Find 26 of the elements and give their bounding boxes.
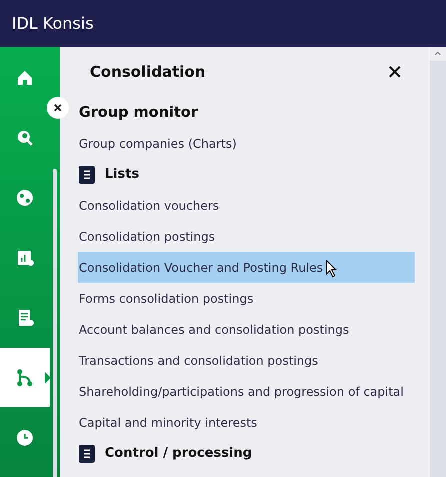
menu-item[interactable]: Account balances and consolidation postings bbox=[78, 314, 415, 345]
app-title: IDL Konsis bbox=[0, 0, 446, 47]
close-icon bbox=[53, 103, 63, 113]
collapse-button[interactable] bbox=[47, 97, 69, 119]
menu-item[interactable]: Consolidation vouchers bbox=[78, 190, 415, 221]
cursor-icon bbox=[326, 260, 338, 278]
menu-item[interactable]: Group companies (Charts) bbox=[78, 128, 415, 159]
scrollbar[interactable] bbox=[53, 169, 57, 477]
menu-item[interactable]: Forms consolidation postings bbox=[78, 283, 415, 314]
list-icon bbox=[79, 444, 95, 462]
close-icon bbox=[389, 66, 401, 78]
section-heading: Lists bbox=[105, 167, 140, 182]
close-button[interactable] bbox=[387, 64, 403, 80]
menu-item[interactable]: Consolidation Voucher and Posting Rules bbox=[78, 252, 415, 283]
scrollbar[interactable] bbox=[429, 47, 446, 477]
menu-item[interactable]: Shareholding/participations and progression of capital bbox=[78, 376, 415, 407]
panel-title: Consolidation bbox=[90, 63, 206, 81]
nav-rail-item[interactable] bbox=[0, 348, 50, 407]
section-heading: Control / processing bbox=[105, 446, 252, 461]
list-icon bbox=[79, 166, 95, 184]
scroll-up-icon[interactable] bbox=[430, 47, 446, 61]
menu-item[interactable]: Transactions and consolidation postings bbox=[78, 345, 415, 376]
menu-item[interactable]: Consolidation postings bbox=[78, 221, 415, 252]
menu-item[interactable]: Capital and minority interests bbox=[78, 407, 415, 438]
group-heading[interactable]: Group monitor bbox=[78, 97, 415, 128]
branch-icon bbox=[15, 368, 35, 388]
